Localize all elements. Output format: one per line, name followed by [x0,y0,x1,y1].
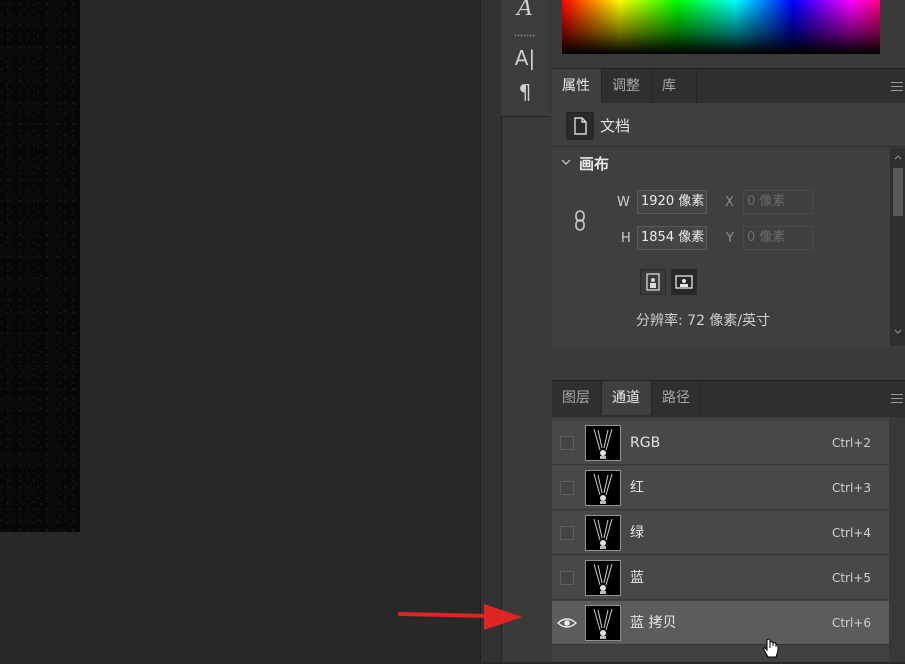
channel-name: 绿 [630,525,644,541]
visibility-toggle[interactable] [560,436,574,450]
channel-shortcut: Ctrl+3 [831,481,871,495]
width-input[interactable]: 1920 像素 [637,190,707,214]
scrollbar-thumb[interactable] [893,168,903,216]
channel-shortcut: Ctrl+4 [831,526,871,540]
panel-menu-icon[interactable] [891,82,903,91]
visibility-toggle[interactable] [560,526,574,540]
document-icon [566,112,594,140]
channels-tabbar: 图层 通道 路径 [552,380,905,417]
tab-properties[interactable]: 属性 [552,69,602,103]
channel-row-red[interactable]: 红 Ctrl+3 [552,466,889,510]
landscape-icon[interactable] [671,269,697,295]
visibility-toggle[interactable] [560,571,574,585]
channel-row-blue[interactable]: 蓝 Ctrl+5 [552,556,889,600]
chevron-down-icon[interactable] [560,156,572,172]
scroll-up-icon[interactable] [892,151,904,161]
annotation-arrow-icon [398,598,524,638]
channel-shortcut: Ctrl+2 [831,436,871,450]
divider [552,146,905,147]
width-label: W [617,195,630,210]
channel-shortcut: Ctrl+5 [831,571,871,585]
eye-icon[interactable] [556,615,578,635]
resolution-text: 分辨率: 72 像素/英寸 [636,313,771,329]
canvas-image [0,0,80,532]
y-label: Y [726,231,734,246]
scroll-down-icon[interactable] [892,326,904,336]
tab-layers[interactable]: 图层 [552,381,602,415]
panel-divider[interactable] [480,0,501,662]
channel-name: 红 [630,480,644,496]
channel-row-green[interactable]: 绿 Ctrl+4 [552,511,889,555]
channel-shortcut: Ctrl+6 [831,616,871,630]
panel-gap [552,347,905,380]
height-label: H [621,231,631,246]
properties-tabbar: 属性 调整 库 [552,68,905,103]
channel-thumbnail [585,605,621,641]
paragraph-panel-icon[interactable]: ¶ [501,80,549,104]
panel-menu-icon[interactable] [891,394,903,403]
tab-adjustments[interactable]: 调整 [602,69,652,103]
hand-cursor-icon [762,638,780,664]
channel-thumbnail [585,425,621,461]
channel-row-rgb[interactable]: RGB Ctrl+2 [552,421,889,465]
channels-scrollbar[interactable] [889,417,905,662]
channel-name: 蓝 拷贝 [630,615,677,631]
x-input: 0 像素 [743,190,813,214]
portrait-icon[interactable] [640,269,666,295]
tab-libraries[interactable]: 库 [652,69,697,103]
tab-channels[interactable]: 通道 [602,381,652,415]
character-panel-icon[interactable]: A| [501,46,549,70]
grip-handle[interactable] [514,34,536,37]
color-spectrum[interactable] [562,0,880,54]
channel-name: RGB [630,435,661,451]
visibility-toggle[interactable] [560,481,574,495]
channel-row-blue-copy[interactable]: 蓝 拷贝 Ctrl+6 [552,601,889,645]
channel-thumbnail [585,560,621,596]
character-style-icon[interactable]: A [501,0,549,21]
canvas-section-title[interactable]: 画布 [579,153,609,174]
link-icon[interactable] [572,209,588,237]
channel-name: 蓝 [630,570,644,586]
y-input: 0 像素 [743,226,813,250]
channel-thumbnail [585,515,621,551]
height-input[interactable]: 1854 像素 [637,226,707,250]
document-label: 文档 [600,117,631,135]
x-label: X [725,195,734,210]
tab-paths[interactable]: 路径 [652,381,701,415]
channel-thumbnail [585,470,621,506]
